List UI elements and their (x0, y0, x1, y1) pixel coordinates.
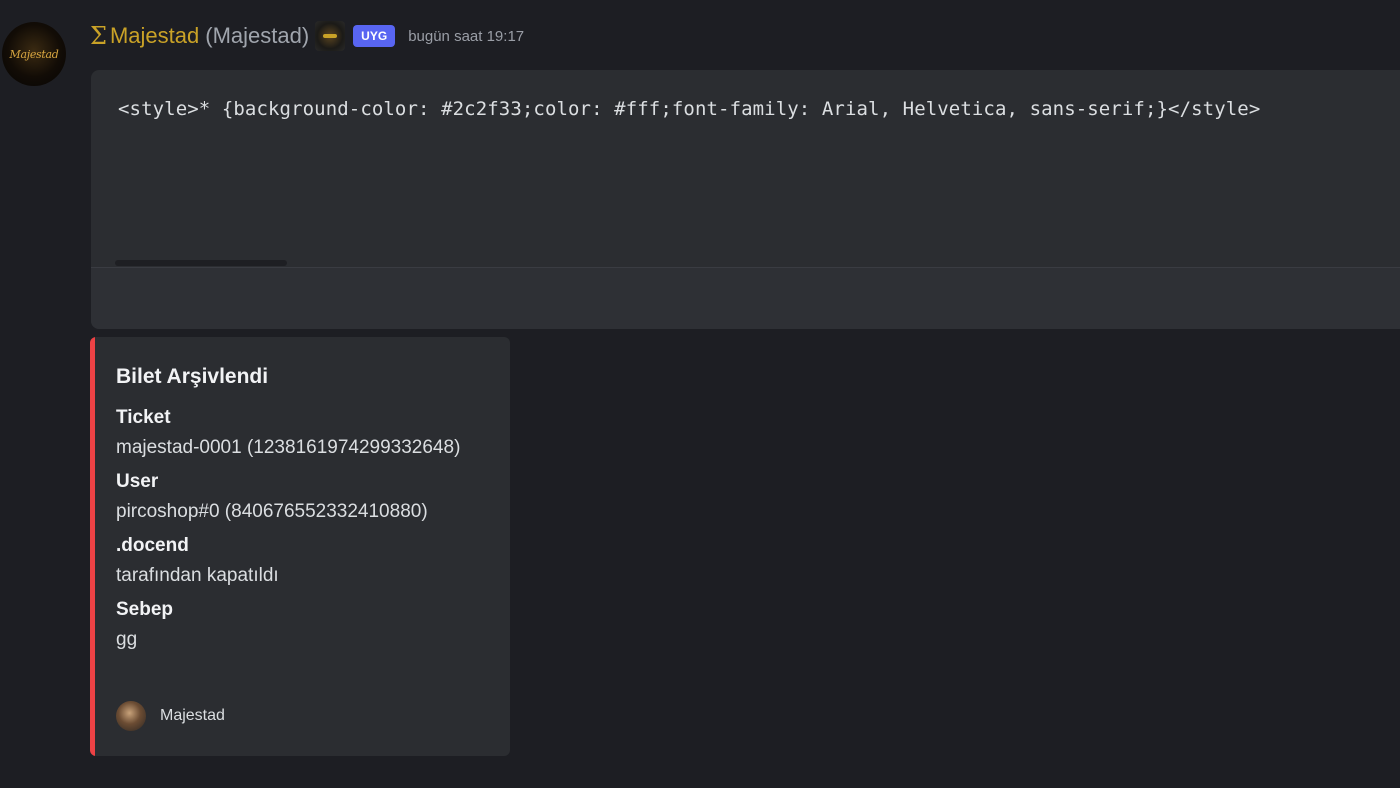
author-username[interactable]: Majestad (110, 23, 199, 49)
message-header: Σ Majestad (Majestad) UYG bugün saat 19:… (90, 21, 524, 51)
author-nickname[interactable]: (Majestad) (205, 23, 309, 49)
embed-footer-text: Majestad (160, 707, 225, 724)
author-avatar[interactable]: Majestad (2, 22, 66, 86)
code-footer (91, 268, 1400, 329)
field-name: User (116, 471, 159, 492)
sigma-icon: Σ (90, 22, 107, 50)
server-tag-icon[interactable] (315, 21, 346, 51)
code-text: <style>* {background-color: #2c2f33;colo… (118, 98, 1261, 120)
user-avatar-icon (116, 701, 146, 731)
embed-content: Bilet Arşivlendi Ticket majestad-0001 (1… (116, 365, 496, 663)
code-block: <style>* {background-color: #2c2f33;colo… (91, 70, 1400, 329)
code-scrollbar[interactable] (115, 260, 287, 266)
field-value: pircoshop#0 (840676552332410880) (116, 501, 428, 522)
embed-field-ticket: Ticket majestad-0001 (123816197429933264… (116, 407, 496, 459)
message-timestamp[interactable]: bugün saat 19:17 (408, 28, 524, 45)
field-name: Ticket (116, 407, 171, 428)
chat-message: Majestad Σ Majestad (Majestad) UYG bugün… (0, 0, 1400, 788)
field-name: .docend (116, 535, 189, 556)
embed-title: Bilet Arşivlendi (116, 365, 269, 388)
embed-footer: Majestad (116, 701, 225, 731)
embed-field-docend: .docend tarafından kapatıldı (116, 535, 496, 587)
field-value: majestad-0001 (1238161974299332648) (116, 437, 461, 458)
embed-field-user: User pircoshop#0 (840676552332410880) (116, 471, 496, 523)
embed-card: Bilet Arşivlendi Ticket majestad-0001 (1… (90, 337, 510, 756)
embed-accent-bar (90, 337, 95, 756)
field-value: tarafından kapatıldı (116, 565, 279, 586)
field-name: Sebep (116, 599, 174, 620)
bot-badge: UYG (353, 25, 396, 47)
embed-field-reason: Sebep gg (116, 599, 496, 651)
field-value: gg (116, 629, 138, 650)
avatar-logo-text: Majestad (9, 47, 59, 61)
